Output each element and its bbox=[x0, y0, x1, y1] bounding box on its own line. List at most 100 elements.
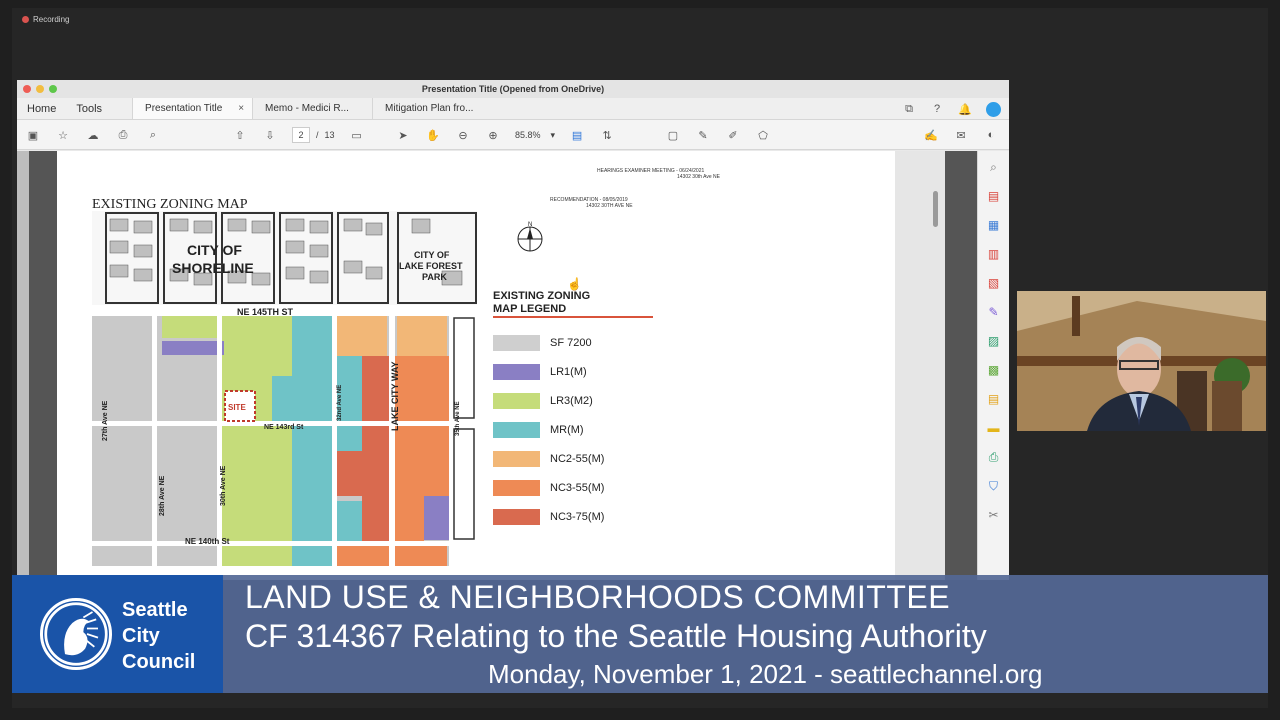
legend-item: NC2-55(M) bbox=[493, 444, 604, 473]
minimize-window-button[interactable] bbox=[36, 85, 44, 93]
document-viewport[interactable]: HEARINGS EXAMINER MEETING - 06/24/2021 1… bbox=[17, 151, 977, 580]
label-27th: 27th Ave NE bbox=[102, 400, 109, 441]
label-lfp-1: CITY OF bbox=[414, 250, 450, 260]
tab-close-icon[interactable]: × bbox=[238, 103, 244, 114]
org-line-1: Seattle bbox=[122, 599, 188, 621]
mail-icon[interactable]: ✉ bbox=[953, 127, 969, 143]
zoning-map: CITY OF SHORELINE CITY OF LAKE FOREST PA… bbox=[92, 211, 477, 566]
comment-icon[interactable]: ▢ bbox=[665, 127, 681, 143]
page-fit-icon[interactable]: ▤ bbox=[569, 127, 585, 143]
help-icon[interactable]: ? bbox=[929, 101, 945, 117]
page-tools: ⇧ ⇩ 2 / 13 ▭ bbox=[232, 127, 365, 143]
page-total: 13 bbox=[324, 130, 335, 140]
print-production-icon[interactable]: ⎙ bbox=[986, 449, 1002, 465]
share-screen-icon[interactable]: ⧉ bbox=[901, 101, 917, 117]
organize-pages-icon[interactable]: ▥ bbox=[986, 246, 1002, 262]
zoom-window-button[interactable] bbox=[49, 85, 57, 93]
legend-swatch bbox=[493, 392, 540, 409]
top-right-icons: ⧉ ? 🔔 bbox=[901, 101, 1001, 117]
save-icon[interactable]: ▣ bbox=[25, 127, 41, 143]
legend-label: NC2-55(M) bbox=[550, 452, 605, 465]
tab-label: Presentation Title bbox=[145, 103, 223, 114]
tab-mitigation-plan[interactable]: Mitigation Plan fro... bbox=[372, 98, 502, 119]
zoning-legend: SF 7200 LR1(M) LR3(M2) MR(M) NC2-55(M) N… bbox=[493, 328, 604, 531]
send-review-icon[interactable]: ▨ bbox=[986, 333, 1002, 349]
legend-title-line-1: EXISTING ZONING bbox=[493, 290, 591, 302]
tab-bar: Home Tools Presentation Title × Memo - M… bbox=[17, 98, 1009, 120]
close-window-button[interactable] bbox=[23, 85, 31, 93]
hand-cursor-icon: ☝ bbox=[567, 277, 582, 291]
presenter-image bbox=[1017, 291, 1266, 431]
recording-indicator: Recording bbox=[22, 15, 69, 24]
lower-third-banner: Seattle City Council LAND USE & NEIGHBOR… bbox=[12, 575, 1268, 693]
scan-ocr-icon[interactable]: ▤ bbox=[986, 391, 1002, 407]
rec-line-2: 14302 30TH AVE NE bbox=[586, 203, 633, 209]
pointer-icon[interactable]: ➤ bbox=[395, 127, 411, 143]
record-dot-icon bbox=[22, 16, 29, 23]
scroll-mode-icon[interactable]: ⇅ bbox=[599, 127, 615, 143]
label-site: SITE bbox=[228, 403, 246, 412]
window-title: Presentation Title (Opened from OneDrive… bbox=[421, 84, 605, 94]
cloud-upload-icon[interactable]: ☁ bbox=[85, 127, 101, 143]
star-icon[interactable]: ☆ bbox=[55, 127, 71, 143]
recording-label: Recording bbox=[33, 15, 70, 24]
pdf-page: HEARINGS EXAMINER MEETING - 06/24/2021 1… bbox=[57, 151, 927, 580]
legend-item: MR(M) bbox=[493, 415, 604, 444]
seattle-city-council-logo: Seattle City Council bbox=[12, 575, 223, 693]
tab-label: Memo - Medici R... bbox=[265, 103, 349, 114]
acrobat-window: Presentation Title (Opened from OneDrive… bbox=[17, 80, 1009, 580]
legend-swatch bbox=[493, 421, 540, 438]
hand-icon[interactable]: ✋ bbox=[425, 127, 441, 143]
legend-swatch bbox=[493, 450, 540, 467]
page-input[interactable]: 2 bbox=[292, 127, 310, 143]
legend-label: LR3(M2) bbox=[550, 394, 593, 407]
bell-icon[interactable]: 🔔 bbox=[957, 101, 973, 117]
tab-presentation-title[interactable]: Presentation Title × bbox=[132, 98, 253, 119]
display-icon[interactable]: ▭ bbox=[349, 127, 365, 143]
stamp-icon[interactable]: ⬠ bbox=[755, 127, 771, 143]
label-28th: 28th Ave NE bbox=[159, 475, 166, 516]
fill-sign-icon[interactable]: ✎ bbox=[986, 304, 1002, 320]
user-share-icon[interactable]: ◐ bbox=[983, 127, 999, 143]
legend-label: NC3-75(M) bbox=[550, 510, 605, 523]
sign-icon[interactable]: ✍ bbox=[923, 127, 939, 143]
legend-label: NC3-55(M) bbox=[550, 481, 605, 494]
legend-title: EXISTING ZONING MAP LEGEND bbox=[493, 290, 653, 318]
chevron-down-icon: ▾ bbox=[550, 129, 556, 140]
legend-item: NC3-75(M) bbox=[493, 502, 604, 531]
left-panel-toggle[interactable] bbox=[17, 151, 29, 580]
legend-item: SF 7200 bbox=[493, 328, 604, 357]
vertical-scrollbar[interactable] bbox=[895, 151, 945, 580]
create-pdf-icon[interactable]: ▧ bbox=[986, 275, 1002, 291]
nav-home[interactable]: Home bbox=[17, 98, 66, 119]
zoom-out-icon[interactable]: ⊖ bbox=[455, 127, 471, 143]
scrollbar-thumb[interactable] bbox=[933, 191, 938, 227]
more-tools-icon[interactable]: ✂ bbox=[986, 507, 1002, 523]
zoom-select[interactable]: 85.8% ▾ bbox=[515, 130, 555, 141]
avatar-icon[interactable] bbox=[985, 101, 1001, 117]
protect-icon[interactable]: ⛉ bbox=[986, 478, 1002, 494]
prev-page-icon[interactable]: ⇧ bbox=[232, 127, 248, 143]
tab-memo[interactable]: Memo - Medici R... bbox=[252, 98, 372, 119]
draw-icon[interactable]: ✐ bbox=[725, 127, 741, 143]
compare-files-icon[interactable]: ▩ bbox=[986, 362, 1002, 378]
zoom-search-icon[interactable]: ⌕ bbox=[986, 159, 1002, 175]
zoom-in-icon[interactable]: ⊕ bbox=[485, 127, 501, 143]
page-indicator: 2 / 13 bbox=[292, 127, 335, 143]
highlight-pen-icon[interactable]: ✎ bbox=[695, 127, 711, 143]
search-icon[interactable]: ⌕ bbox=[145, 127, 161, 143]
label-lfp-2: LAKE FOREST bbox=[399, 261, 463, 271]
comment-tool-icon[interactable]: ▬ bbox=[986, 420, 1002, 436]
recommendation-header: RECOMMENDATION - 08/05/2019 14302 30TH A… bbox=[550, 197, 633, 209]
print-icon[interactable]: ⎙ bbox=[115, 127, 131, 143]
label-30th: 30th Ave NE bbox=[220, 465, 227, 506]
date-and-site: Monday, November 1, 2021 - seattlechanne… bbox=[488, 659, 1043, 689]
edit-pdf-icon[interactable]: ▦ bbox=[986, 217, 1002, 233]
legend-label: LR1(M) bbox=[550, 365, 587, 378]
share-tools: ✍ ✉ ◐ bbox=[923, 127, 999, 143]
next-page-icon[interactable]: ⇩ bbox=[262, 127, 278, 143]
page-separator: / bbox=[316, 130, 319, 140]
nav-tools[interactable]: Tools bbox=[66, 98, 132, 119]
export-pdf-icon[interactable]: ▤ bbox=[986, 188, 1002, 204]
legend-title-line-2: MAP LEGEND bbox=[493, 303, 567, 315]
